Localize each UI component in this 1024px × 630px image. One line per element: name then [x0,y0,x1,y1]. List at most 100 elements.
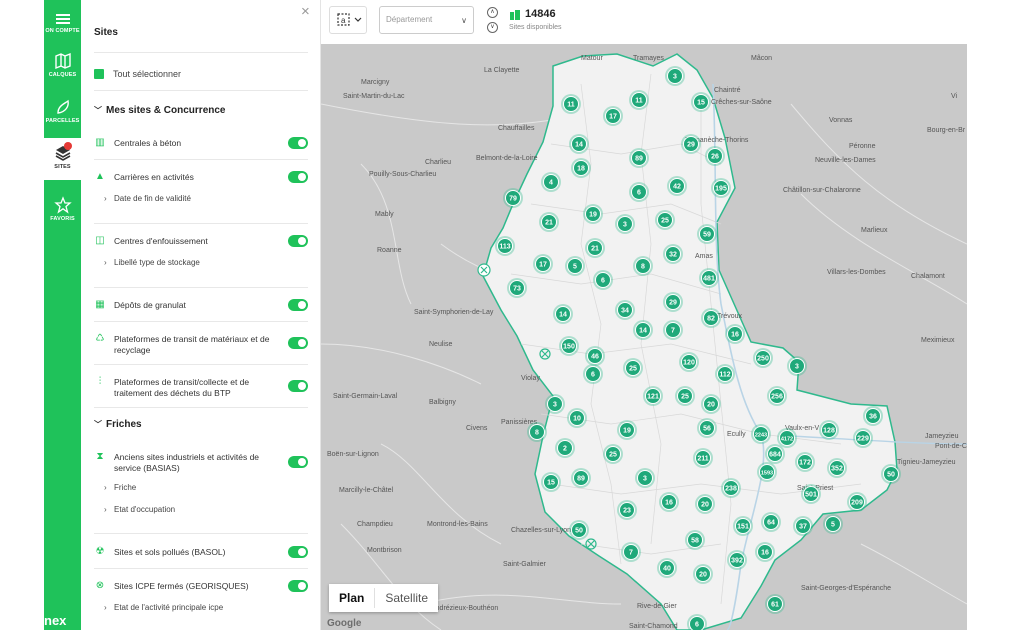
filter-row[interactable]: › Friche [104,483,136,492]
site-cluster-marker[interactable]: 73 [507,278,527,298]
site-cluster-marker[interactable]: 36 [863,406,883,426]
site-cluster-marker[interactable]: 14 [553,304,573,324]
site-cluster-marker[interactable]: 195 [711,178,731,198]
plan-button[interactable]: Plan [329,584,374,612]
site-cluster-marker[interactable]: 238 [721,478,741,498]
site-cluster-marker[interactable]: 20 [695,494,715,514]
site-cluster-marker[interactable]: 15 [541,472,561,492]
site-cluster-marker[interactable]: 25 [655,210,675,230]
layer-toggle[interactable] [288,456,308,468]
site-cluster-marker[interactable]: 34 [615,300,635,320]
site-cluster-marker[interactable]: 21 [539,212,559,232]
site-cluster-marker[interactable]: 42 [667,176,687,196]
site-cluster-marker[interactable]: 16 [725,324,745,344]
site-cluster-marker[interactable]: 15 [691,92,711,112]
layer-toggle[interactable] [288,546,308,558]
site-cluster-marker[interactable]: 3 [787,356,807,376]
site-cluster-marker[interactable]: 3 [635,468,655,488]
site-cluster-marker[interactable]: 6 [629,182,649,202]
site-cluster-marker[interactable]: 19 [617,420,637,440]
site-cluster-marker[interactable]: 256 [767,386,787,406]
site-cluster-marker[interactable]: 3 [545,394,565,414]
site-cluster-marker[interactable]: 150 [559,336,579,356]
site-cluster-marker[interactable]: 1593 [757,462,777,482]
satellite-button[interactable]: Satellite [375,584,438,612]
site-cluster-marker[interactable]: 7 [663,320,683,340]
site-cluster-marker[interactable]: 37 [793,516,813,536]
site-cluster-marker[interactable]: 2243 [751,424,771,444]
site-cluster-marker[interactable]: 32 [663,244,683,264]
site-cluster-marker[interactable]: 8 [633,256,653,276]
closed-site-marker[interactable] [477,263,491,277]
site-cluster-marker[interactable]: 89 [629,148,649,168]
site-cluster-marker[interactable]: 50 [569,520,589,540]
layer-toggle[interactable] [288,337,308,349]
site-cluster-marker[interactable]: 79 [503,188,523,208]
site-cluster-marker[interactable]: 7 [621,542,641,562]
nav-parcels[interactable]: PARCELLES [44,98,81,124]
select-all-label[interactable]: Tout sélectionner [113,69,181,79]
site-cluster-marker[interactable]: 4172 [777,428,797,448]
site-cluster-marker[interactable]: 151 [733,516,753,536]
department-select[interactable]: Département ∨ [379,6,474,34]
site-cluster-marker[interactable]: 392 [727,550,747,570]
layer-toggle[interactable] [288,235,308,247]
site-cluster-marker[interactable]: 20 [693,564,713,584]
site-cluster-marker[interactable]: 4 [541,172,561,192]
draw-tool-button[interactable]: a [329,6,367,34]
filter-row[interactable]: › Date de fin de validité [104,194,191,203]
site-cluster-marker[interactable]: 58 [685,530,705,550]
site-cluster-marker[interactable]: 5 [823,514,843,534]
nav-account[interactable]: ON COMPTE [44,12,81,34]
site-cluster-marker[interactable]: 50 [881,464,901,484]
site-cluster-marker[interactable]: 23 [617,500,637,520]
site-cluster-marker[interactable]: 501 [801,484,821,504]
layer-toggle[interactable] [288,171,308,183]
site-cluster-marker[interactable]: 18 [571,158,591,178]
site-cluster-marker[interactable]: 3 [665,66,685,86]
site-cluster-marker[interactable]: 17 [603,106,623,126]
site-cluster-marker[interactable]: 481 [699,268,719,288]
site-cluster-marker[interactable]: 113 [495,236,515,256]
site-cluster-marker[interactable]: 46 [585,346,605,366]
site-cluster-marker[interactable]: 6 [583,364,603,384]
site-cluster-marker[interactable]: 352 [827,458,847,478]
site-cluster-marker[interactable]: 211 [693,448,713,468]
site-cluster-marker[interactable]: 3 [615,214,635,234]
nav-sites[interactable]: SITES [44,138,81,180]
site-cluster-marker[interactable]: 11 [561,94,581,114]
site-cluster-marker[interactable]: 2 [555,438,575,458]
site-cluster-marker[interactable]: 14 [633,320,653,340]
site-cluster-marker[interactable]: 61 [765,594,785,614]
collapse-up-icon[interactable]: ∧ [487,7,498,18]
site-cluster-marker[interactable]: 59 [697,224,717,244]
close-icon[interactable]: × [301,3,310,20]
layer-toggle[interactable] [288,137,308,149]
site-cluster-marker[interactable]: 56 [697,418,717,438]
site-cluster-marker[interactable]: 21 [585,238,605,258]
site-cluster-marker[interactable]: 11 [629,90,649,110]
site-cluster-marker[interactable]: 29 [681,134,701,154]
site-cluster-marker[interactable]: 8 [527,422,547,442]
site-cluster-marker[interactable]: 25 [675,386,695,406]
layer-toggle[interactable] [288,380,308,392]
layer-toggle[interactable] [288,580,308,592]
site-cluster-marker[interactable]: 120 [679,352,699,372]
site-cluster-marker[interactable]: 20 [701,394,721,414]
nav-layers[interactable]: CALQUES [44,52,81,78]
filter-row[interactable]: › Libellé type de stockage [104,258,200,267]
section-my-sites[interactable]: ﹀ Mes sites & Concurrence [94,105,226,116]
collapse-down-icon[interactable]: ∨ [487,22,498,33]
site-cluster-marker[interactable]: 684 [765,444,785,464]
filter-row[interactable]: › Etat d'occupation [104,505,175,514]
nav-favorites[interactable]: FAVORIS [44,196,81,222]
site-cluster-marker[interactable]: 14 [569,134,589,154]
site-cluster-marker[interactable]: 40 [657,558,677,578]
site-cluster-marker[interactable]: 29 [663,292,683,312]
site-cluster-marker[interactable]: 89 [571,468,591,488]
site-cluster-marker[interactable]: 5 [565,256,585,276]
site-cluster-marker[interactable]: 19 [583,204,603,224]
layer-toggle[interactable] [288,299,308,311]
site-cluster-marker[interactable]: 16 [659,492,679,512]
site-cluster-marker[interactable]: 209 [847,492,867,512]
